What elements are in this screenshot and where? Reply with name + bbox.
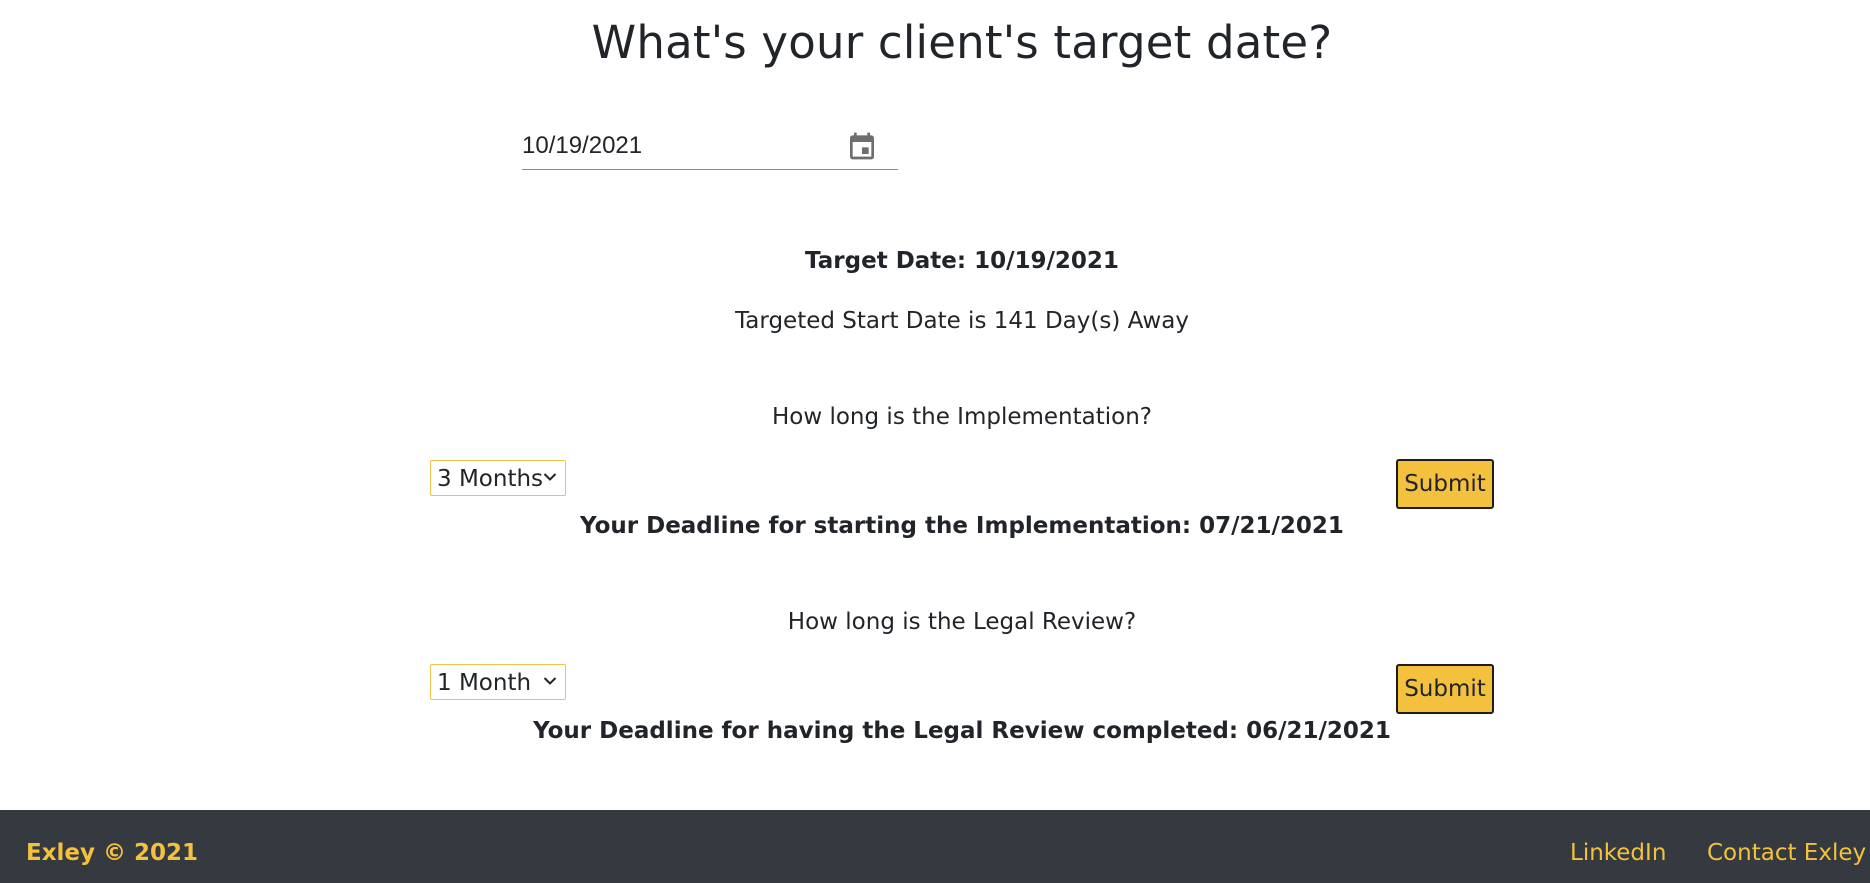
page: What's your client's target date? 10/19/…: [0, 0, 1870, 883]
implementation-question: How long is the Implementation?: [771, 404, 1153, 430]
implementation-duration-select[interactable]: 3 Months: [430, 460, 566, 496]
calendar-icon[interactable]: [846, 130, 878, 162]
page-title: What's your client's target date?: [591, 16, 1333, 69]
legal-review-duration-select[interactable]: 1 Month: [430, 664, 566, 700]
legal-review-deadline: Your Deadline for having the Legal Revie…: [533, 718, 1391, 744]
legal-review-duration-value: 1 Month: [437, 670, 532, 696]
linkedin-link[interactable]: LinkedIn: [1570, 840, 1666, 866]
chevron-down-icon: [543, 473, 557, 481]
footer-brand: Exley © 2021: [26, 840, 199, 866]
target-date-input[interactable]: 10/19/2021: [522, 124, 898, 170]
legal-review-question: How long is the Legal Review?: [787, 609, 1137, 635]
implementation-submit-button[interactable]: Submit: [1396, 459, 1494, 509]
target-date-value[interactable]: 10/19/2021: [522, 132, 642, 160]
footer: Exley © 2021 LinkedIn Contact Exley: [0, 810, 1870, 883]
contact-exley-link[interactable]: Contact Exley: [1707, 840, 1866, 866]
target-date-summary: Target Date: 10/19/2021: [805, 248, 1119, 274]
days-away-text: Targeted Start Date is 141 Day(s) Away: [735, 308, 1189, 334]
implementation-deadline: Your Deadline for starting the Implement…: [580, 513, 1344, 539]
chevron-down-icon: [543, 677, 557, 685]
legal-review-submit-button[interactable]: Submit: [1396, 664, 1494, 714]
implementation-duration-value: 3 Months: [437, 466, 544, 492]
